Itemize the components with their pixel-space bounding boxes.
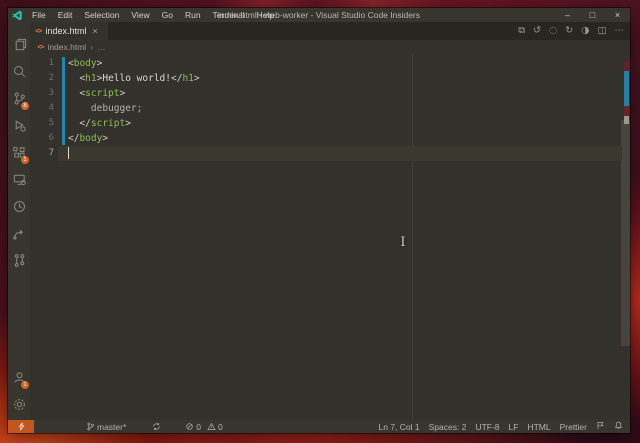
activity-bar-bottom: 1 <box>8 364 30 418</box>
line-text: <script> <box>68 88 125 99</box>
run-icon[interactable]: ◑ <box>581 22 589 40</box>
mouse-cursor-ibeam: I <box>398 235 408 251</box>
code-line-2[interactable]: 2 <h1>Hello world!</h1> <box>30 71 630 86</box>
extensions-icon[interactable]: 1 <box>8 139 30 166</box>
status-left: master* 0 0 <box>8 420 223 433</box>
source-control-badge: 8 <box>21 102 29 110</box>
line-text: <body> <box>68 58 102 69</box>
minimize-button[interactable]: – <box>555 8 580 22</box>
notifications-bell-icon[interactable] <box>614 421 623 432</box>
menu-edit[interactable]: Edit <box>52 8 79 22</box>
line-text: <h1>Hello world!</h1> <box>68 73 200 84</box>
line-text: </script> <box>68 118 131 129</box>
code-line-7[interactable]: 7 <box>30 146 630 161</box>
line-text: debugger; <box>68 103 142 114</box>
commit-graph-icon[interactable] <box>8 247 30 274</box>
tab-index-html[interactable]: <> index.html × <box>30 22 108 40</box>
menu-selection[interactable]: Selection <box>78 8 125 22</box>
status-prettier[interactable]: Prettier <box>560 422 587 432</box>
html-file-icon: <> <box>35 27 41 35</box>
line-number[interactable]: 1 <box>30 56 54 71</box>
warnings-count: 0 <box>218 422 223 432</box>
breadcrumb-separator: › <box>90 42 93 52</box>
more-actions-icon[interactable]: ⋯ <box>615 22 625 40</box>
line-number[interactable]: 6 <box>30 131 54 146</box>
status-spaces-2[interactable]: Spaces: 2 <box>429 422 467 432</box>
menu-run[interactable]: Run <box>179 8 207 22</box>
tab-close-icon[interactable]: × <box>92 26 97 36</box>
sync-changes-icon[interactable] <box>152 422 161 431</box>
line-number[interactable]: 5 <box>30 116 54 131</box>
problems-item[interactable]: 0 0 <box>185 422 222 432</box>
current-location-icon[interactable]: ◌ <box>549 22 557 40</box>
maximize-button[interactable]: □ <box>580 8 605 22</box>
status-ln-7-col-1[interactable]: Ln 7, Col 1 <box>379 422 420 432</box>
window-title: index.html - web-worker - Visual Studio … <box>218 10 420 20</box>
breadcrumb-file[interactable]: index.html <box>47 42 86 52</box>
window-controls: – □ × <box>555 8 630 22</box>
status-utf-8[interactable]: UTF-8 <box>475 422 499 432</box>
activity-bar: 8 1 1 <box>8 22 30 420</box>
vscode-insiders-logo-icon <box>8 10 26 21</box>
source-control-icon[interactable]: 8 <box>8 85 30 112</box>
status-html[interactable]: HTML <box>527 422 550 432</box>
tab-label: index.html <box>45 26 86 36</box>
code-line-1[interactable]: 1 <body> <box>30 56 630 71</box>
extensions-badge: 1 <box>21 156 29 164</box>
menu-go[interactable]: Go <box>156 8 179 22</box>
close-button[interactable]: × <box>605 8 630 22</box>
navigate-back-icon[interactable]: ↺ <box>533 22 541 40</box>
vscode-window: FileEditSelectionViewGoRunTerminalHelp i… <box>8 8 630 433</box>
line-number[interactable]: 2 <box>30 71 54 86</box>
breadcrumb: <> index.html › … <box>30 40 630 53</box>
editor-actions: ⧉ ↺ ◌ ↻ ◑ ◫ ⋯ <box>518 22 624 40</box>
line-number[interactable]: 4 <box>30 101 54 116</box>
clock-history-icon[interactable] <box>8 193 30 220</box>
run-debug-icon[interactable] <box>8 112 30 139</box>
code-line-3[interactable]: 3 <script> <box>30 86 630 101</box>
modified-lines-gutter <box>62 57 65 145</box>
share-icon[interactable] <box>8 220 30 247</box>
accounts-badge: 1 <box>21 381 29 389</box>
explorer-icon[interactable] <box>8 31 30 58</box>
navigate-forward-icon[interactable]: ↻ <box>565 22 573 40</box>
line-number[interactable]: 7 <box>30 146 54 161</box>
menu-view[interactable]: View <box>125 8 155 22</box>
remote-explorer-icon[interactable] <box>8 166 30 193</box>
breadcrumb-symbol[interactable]: … <box>97 42 106 52</box>
tab-bar: <> index.html × ⧉ ↺ ◌ ↻ ◑ ◫ ⋯ <box>30 22 630 40</box>
breadcrumb-file-icon: <> <box>37 43 43 51</box>
settings-gear-icon[interactable] <box>8 391 30 418</box>
title-bar: FileEditSelectionViewGoRunTerminalHelp i… <box>8 8 630 22</box>
open-changes-icon[interactable]: ⧉ <box>518 22 525 40</box>
git-branch-label: master* <box>97 422 126 432</box>
menu-file[interactable]: File <box>26 8 52 22</box>
status-bar: master* 0 0 Ln 7, Col 1 Spaces: 2 UTF-8 LF H… <box>8 420 630 433</box>
status-right: Ln 7, Col 1 Spaces: 2 UTF-8 LF HTML Prettier <box>379 421 631 432</box>
line-text: </body> <box>68 133 108 144</box>
search-icon[interactable] <box>8 58 30 85</box>
status-right-items: Ln 7, Col 1 Spaces: 2 UTF-8 LF HTML Prettier <box>379 422 588 432</box>
remote-indicator[interactable] <box>8 420 34 433</box>
code-line-5[interactable]: 5 </script> <box>30 116 630 131</box>
git-branch-item[interactable]: master* <box>86 422 126 432</box>
feedback-icon[interactable] <box>596 421 605 432</box>
text-caret <box>68 147 69 159</box>
status-lf[interactable]: LF <box>509 422 519 432</box>
line-number[interactable]: 3 <box>30 86 54 101</box>
code-line-6[interactable]: 6 </body> <box>30 131 630 146</box>
errors-count: 0 <box>196 422 201 432</box>
code-line-4[interactable]: 4 debugger; <box>30 101 630 116</box>
accounts-icon[interactable]: 1 <box>8 364 30 391</box>
code-area[interactable]: 1<body>2 <h1>Hello world!</h1>3 <script>… <box>30 53 630 420</box>
split-editor-icon[interactable]: ◫ <box>598 22 607 40</box>
